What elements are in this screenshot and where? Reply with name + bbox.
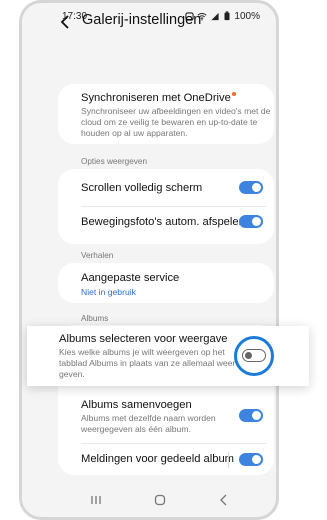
custom-service-status: Niet in gebruik bbox=[81, 287, 136, 297]
home-button[interactable] bbox=[150, 493, 170, 511]
back-button[interactable] bbox=[58, 12, 74, 32]
section-albums: Albums bbox=[81, 314, 109, 323]
motion-photos-label: Bewegingsfoto's autom. afspelen bbox=[81, 216, 245, 228]
back-nav-button[interactable] bbox=[214, 493, 234, 511]
select-albums-description: Kies welke albums je wilt weergeven op h… bbox=[59, 347, 245, 379]
shared-album-notifications-title: Meldingen voor gedeeld album bbox=[81, 453, 234, 465]
battery-level: 100% bbox=[234, 10, 260, 22]
merge-albums-title: Albums samenvoegen bbox=[81, 399, 192, 411]
section-display-options: Opties weergeven bbox=[81, 157, 147, 166]
merge-albums-toggle[interactable] bbox=[239, 409, 263, 422]
home-icon bbox=[154, 494, 166, 506]
select-albums-title: Albums selecteren voor weergave bbox=[59, 333, 228, 345]
onedrive-title: Synchroniseren met OneDrive bbox=[81, 92, 236, 104]
toggle-separator bbox=[228, 452, 229, 468]
display-options-card: Scrollen volledig scherm Bewegingsfoto's… bbox=[58, 169, 274, 244]
stories-card[interactable]: Aangepaste service Niet in gebruik bbox=[58, 263, 274, 303]
recents-icon bbox=[91, 496, 101, 504]
chevron-left-icon bbox=[60, 15, 69, 29]
divider bbox=[81, 206, 266, 207]
new-badge-icon bbox=[231, 92, 236, 96]
signal-icon bbox=[211, 12, 220, 20]
toggle-highlight-ring bbox=[234, 336, 274, 376]
battery-icon bbox=[224, 11, 230, 21]
back-icon bbox=[220, 494, 227, 506]
scroll-fullscreen-toggle[interactable] bbox=[239, 181, 263, 194]
navigation-bar bbox=[22, 487, 276, 517]
section-stories: Verhalen bbox=[81, 251, 114, 260]
motion-photos-toggle[interactable] bbox=[239, 215, 263, 228]
page-title: Galerij-instellingen bbox=[82, 12, 202, 28]
recents-button[interactable] bbox=[86, 493, 106, 511]
custom-service-title: Aangepaste service bbox=[81, 272, 180, 284]
onedrive-card[interactable]: Synchroniseren met OneDrive Synchronisee… bbox=[58, 84, 274, 144]
merge-albums-description: Albums met dezelfde naam worden weergege… bbox=[81, 413, 216, 434]
onedrive-description: Synchroniseer uw afbeeldingen en video's… bbox=[81, 106, 271, 138]
phone-frame: 17:30 100% Galerij-instellingen Synchron… bbox=[19, 0, 279, 520]
scroll-fullscreen-label: Scrollen volledig scherm bbox=[81, 182, 203, 194]
shared-album-notifications-toggle[interactable] bbox=[239, 453, 263, 466]
divider bbox=[81, 443, 266, 444]
select-albums-toggle[interactable] bbox=[242, 349, 266, 362]
